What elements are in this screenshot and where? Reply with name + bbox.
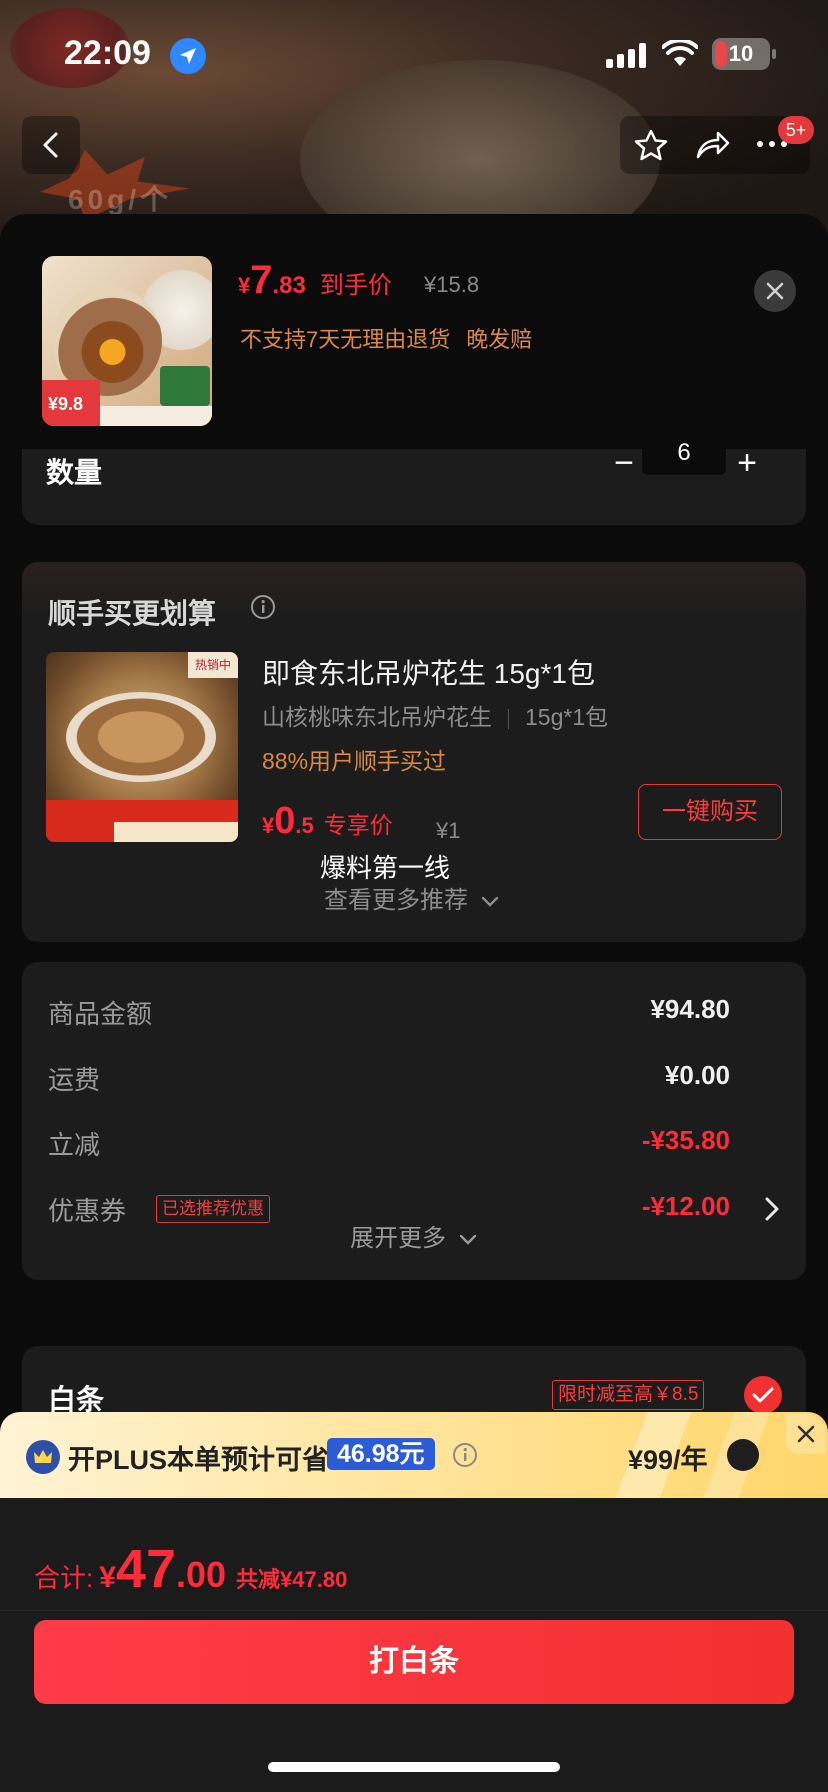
share-icon[interactable] <box>694 129 730 166</box>
quantity-plus-button[interactable]: + <box>727 443 767 483</box>
recommendation-card: 顺手买更划算 热销中 即食东北吊炉花生 15g*1包 山核桃味东北吊炉花生 15g… <box>22 562 806 942</box>
plus-close-button[interactable] <box>786 1414 826 1454</box>
location-arrow-icon <box>170 38 206 74</box>
wifi-icon <box>661 38 699 73</box>
coupon-selected-tag: 已选推荐优惠 <box>156 1195 270 1223</box>
price-label: 到手价 <box>319 272 392 299</box>
battery-icon: 10 <box>712 38 776 70</box>
quantity-minus-button[interactable]: − <box>604 443 644 483</box>
recommendation-thumbnail[interactable]: 热销中 <box>46 652 238 842</box>
chevron-right-icon <box>765 1197 779 1221</box>
back-button[interactable] <box>22 116 80 174</box>
recommendation-price: ¥0.5 专享价 <box>262 800 393 842</box>
star-icon[interactable] <box>634 129 668 166</box>
cellular-signal-icon <box>606 42 648 68</box>
close-icon <box>797 1425 815 1443</box>
late-compensation-tag: 晚发赔 <box>466 327 533 352</box>
order-total: 合计: ¥47.00 共减¥47.80 <box>34 1539 348 1599</box>
recommendation-title: 顺手买更划算 <box>48 598 217 629</box>
product-price: ¥7.83 到手价 <box>238 258 392 302</box>
summary-row-subtotal: 商品金额 ¥94.80 <box>48 994 730 1029</box>
recommendation-spec: 山核桃味东北吊炉花生 15g*1包 <box>262 704 609 730</box>
status-bar: 22:09 10 <box>0 0 828 110</box>
product-tags: 不支持7天无理由退货 晚发赔 <box>240 322 548 354</box>
original-price: ¥15.8 <box>424 272 480 297</box>
chevron-down-icon <box>481 896 498 907</box>
chevron-down-icon <box>459 1234 476 1245</box>
no-return-tag: 不支持7天无理由退货 <box>240 327 451 352</box>
recommendation-name[interactable]: 即食东北吊炉花生 15g*1包 <box>262 652 595 692</box>
thumb-price: ¥9.8 <box>42 380 100 426</box>
social-proof: 88%用户顺手买过 <box>262 748 447 774</box>
weight-text: 60g/个 <box>68 184 173 215</box>
more-recommendations-link[interactable]: 查看更多推荐 <box>324 880 499 915</box>
crown-icon <box>26 1440 60 1474</box>
chevron-left-icon <box>43 132 58 158</box>
plus-radio-button[interactable] <box>727 1439 759 1471</box>
plus-save-amount: 46.98元 <box>327 1438 435 1470</box>
info-icon[interactable] <box>452 1442 478 1473</box>
quantity-input[interactable]: 6 <box>642 431 726 475</box>
price-summary-card: 商品金额 ¥94.80 运费 ¥0.00 立减 -¥35.80 优惠券 已选推荐… <box>22 962 806 1280</box>
checkout-footer: 合计: ¥47.00 共减¥47.80 打白条 <box>0 1498 828 1792</box>
close-button[interactable] <box>754 270 796 312</box>
pay-button[interactable]: 打白条 <box>34 1620 794 1704</box>
close-icon <box>766 282 784 300</box>
home-indicator <box>268 1762 560 1772</box>
status-time: 22:09 <box>64 34 151 72</box>
recommendation-original-price: ¥1 <box>436 818 461 843</box>
summary-row-discount: 立减 -¥35.80 <box>48 1125 730 1160</box>
summary-row-shipping: 运费 ¥0.00 <box>48 1060 730 1095</box>
plus-membership-banner[interactable]: 开PLUS本单预计可省 46.98元 ¥99/年 <box>0 1412 828 1498</box>
quantity-label: 数量 <box>46 457 103 488</box>
total-saved: 共减¥47.80 <box>236 1567 348 1592</box>
cart-badge: 5+ <box>778 116 814 144</box>
hot-sale-tag: 热销中 <box>188 652 238 678</box>
checkmark-icon[interactable] <box>744 1376 782 1414</box>
payment-promo-tag: 限时减至高￥8.5 <box>552 1380 705 1410</box>
plus-price: ¥99/年 <box>628 1445 708 1475</box>
quantity-card: 数量 − 6 + <box>22 431 806 525</box>
battery-level: 10 <box>728 41 754 66</box>
expand-more-link[interactable]: 展开更多 <box>350 1218 477 1253</box>
plus-text: 开PLUS本单预计可省 <box>68 1445 330 1475</box>
product-thumbnail: ¥9.8 <box>42 256 212 426</box>
info-icon[interactable] <box>250 594 276 625</box>
one-click-buy-button[interactable]: 一键购买 <box>638 784 782 840</box>
